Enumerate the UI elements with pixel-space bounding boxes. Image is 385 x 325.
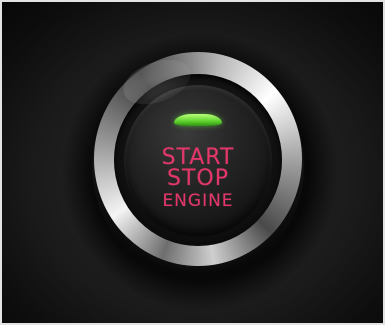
button-label-engine: ENGINE (162, 191, 234, 211)
button-label-stop: STOP (167, 166, 229, 191)
photo-frame: START STOP ENGINE (0, 0, 385, 325)
green-led-indicator-icon (174, 114, 222, 126)
